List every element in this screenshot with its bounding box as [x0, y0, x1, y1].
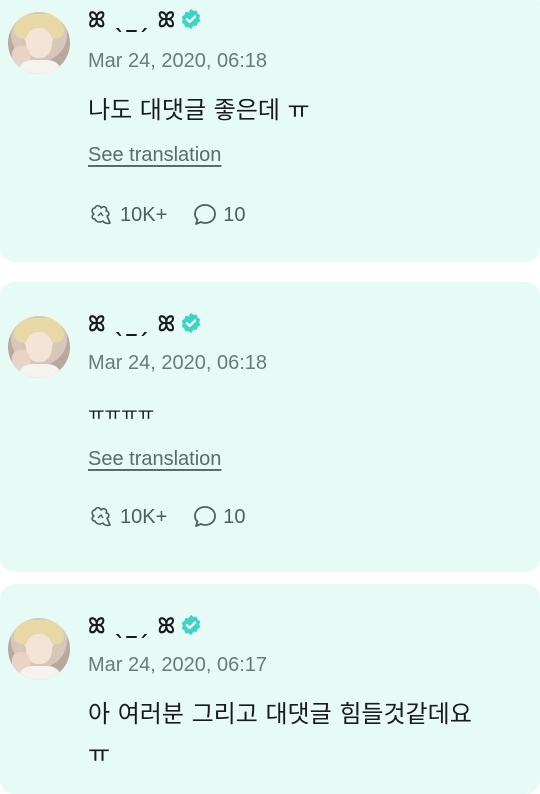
verified-badge-icon [181, 614, 201, 636]
post-text-line2: ㅠ [88, 740, 111, 768]
post-text: ㅠㅠㅠㅠ [88, 404, 155, 425]
verified-badge-icon [181, 312, 201, 334]
post-card: ꕤ ˎ_ˏ ꕤ Mar 24, 2020, 06:18 나도 대댓글 좋은데 ㅠ… [0, 0, 540, 262]
author-name[interactable]: ꕤ ˎ_ˏ ꕤ [88, 312, 202, 337]
post-card: ꕤ ˎ_ˏ ꕤ Mar 24, 2020, 06:17 아 여러분 그리고 대댓… [0, 584, 540, 794]
post-actions: 10K+ 10 [88, 202, 270, 228]
avatar[interactable] [8, 12, 70, 74]
verified-badge-icon [181, 8, 201, 30]
comment-button[interactable]: 10 [191, 504, 246, 530]
author-name[interactable]: ꕤ ˎ_ˏ ꕤ [88, 8, 202, 33]
like-button[interactable]: 10K+ [88, 504, 167, 530]
see-translation-link[interactable]: See translation [88, 144, 221, 167]
like-button[interactable]: 10K+ [88, 202, 167, 228]
comment-icon [194, 506, 217, 527]
author-name[interactable]: ꕤ ˎ_ˏ ꕤ [88, 614, 202, 639]
avatar[interactable] [8, 316, 70, 378]
like-icon [91, 506, 111, 527]
comment-icon [194, 204, 217, 225]
see-translation-link[interactable]: See translation [88, 448, 221, 471]
post-date: Mar 24, 2020, 06:18 [88, 50, 268, 72]
post-date: Mar 24, 2020, 06:17 [88, 654, 268, 676]
post-actions: 10K+ 10 [88, 504, 270, 530]
comment-button[interactable]: 10 [191, 202, 246, 228]
post-card: ꕤ ˎ_ˏ ꕤ Mar 24, 2020, 06:18 ㅠㅠㅠㅠ See tra… [0, 282, 540, 572]
post-text: 아 여러분 그리고 대댓글 힘들것같데요 [88, 700, 472, 728]
post-text: 나도 대댓글 좋은데 ㅠ [88, 96, 310, 124]
post-date: Mar 24, 2020, 06:18 [88, 352, 268, 374]
like-icon [91, 204, 111, 225]
avatar[interactable] [8, 618, 70, 680]
